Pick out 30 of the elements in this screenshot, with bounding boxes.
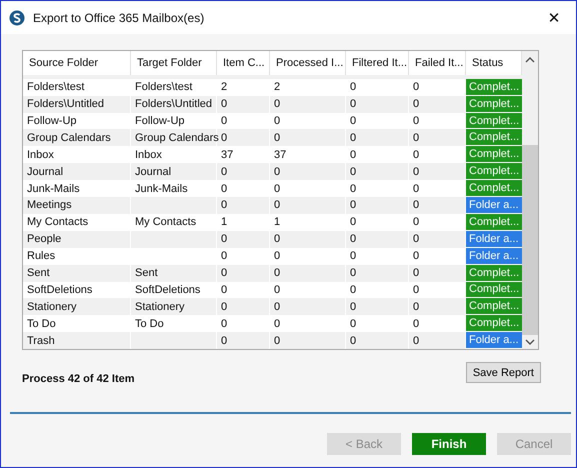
- table-cell: 0: [270, 332, 346, 350]
- close-button[interactable]: ✕: [532, 2, 576, 32]
- status-cell: Complet...: [466, 146, 522, 164]
- scrollbar[interactable]: [522, 51, 538, 349]
- status-cell: Complet...: [466, 315, 522, 332]
- wizard-button[interactable]: Finish: [412, 432, 486, 454]
- scroll-down-icon[interactable]: [525, 339, 535, 345]
- save-report-button[interactable]: Save Report: [466, 362, 541, 383]
- table-cell: 0: [217, 332, 270, 350]
- app-logo-icon: [9, 10, 25, 26]
- status-cell: Folder a...: [466, 197, 522, 214]
- status-cell: Folder a...: [466, 230, 522, 248]
- status-cell: Complet...: [466, 298, 522, 316]
- status-cell: Complet...: [466, 214, 522, 231]
- status-cell: Complet...: [466, 282, 522, 298]
- status-cell: Complet...: [466, 78, 522, 96]
- status-cell: Complet...: [466, 264, 522, 282]
- window-title: Export to Office 365 Mailbox(es): [33, 10, 204, 24]
- status-cell: Complet...: [466, 163, 522, 180]
- status-cell: Complet...: [466, 96, 522, 113]
- status-cell: Folder a...: [466, 332, 522, 350]
- table-cell: 0: [346, 332, 409, 350]
- scroll-up-icon[interactable]: [525, 57, 535, 63]
- progress-text: Process 42 of 42 Item: [22, 373, 135, 385]
- scroll-thumb[interactable]: [522, 145, 538, 335]
- status-cell: Complet...: [466, 112, 522, 130]
- status-cell: Complet...: [466, 129, 522, 146]
- table-cell: Trash: [23, 332, 131, 350]
- status-cell: Complet...: [466, 180, 522, 198]
- status-cell: Folder a...: [466, 248, 522, 265]
